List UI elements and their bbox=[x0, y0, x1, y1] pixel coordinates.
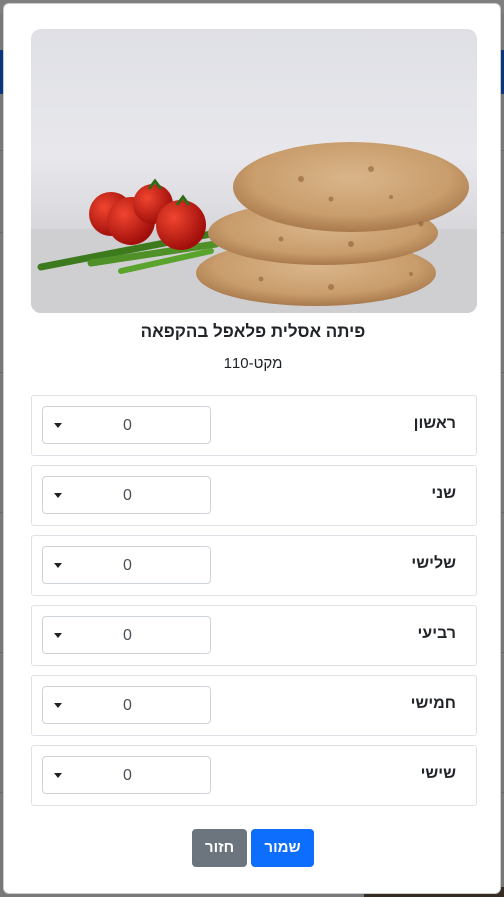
quantity-value: 0 bbox=[123, 627, 132, 644]
quantity-select[interactable]: 0 bbox=[42, 756, 211, 794]
day-label: ראשון bbox=[413, 415, 456, 432]
quantity-value: 0 bbox=[123, 417, 132, 434]
quantity-value: 0 bbox=[123, 557, 132, 574]
day-label: רביעי bbox=[417, 625, 456, 642]
day-row-wednesday: רביעי 0 bbox=[31, 605, 477, 666]
quantity-select[interactable]: 0 bbox=[42, 686, 211, 724]
day-label: שלישי bbox=[411, 555, 456, 572]
quantity-value: 0 bbox=[123, 697, 132, 714]
quantity-select[interactable]: 0 bbox=[42, 616, 211, 654]
save-button[interactable]: שמור bbox=[251, 829, 314, 867]
day-row-monday: שני 0 bbox=[31, 465, 477, 526]
product-sku: מקט-110 bbox=[223, 355, 283, 372]
day-row-tuesday: שלישי 0 bbox=[31, 535, 477, 596]
pita-bread-with-tomatoes-image bbox=[31, 142, 477, 313]
product-title: פיתה אסלית פלאפל בהקפאה bbox=[140, 322, 366, 341]
quantity-select[interactable]: 0 bbox=[42, 476, 211, 514]
day-label: חמישי bbox=[410, 695, 456, 712]
back-button[interactable]: חזור bbox=[192, 829, 247, 867]
product-image bbox=[31, 29, 477, 313]
quantity-value: 0 bbox=[123, 487, 132, 504]
quantity-select[interactable]: 0 bbox=[42, 406, 211, 444]
day-row-sunday: ראשון 0 bbox=[31, 395, 477, 456]
day-row-friday: שישי 0 bbox=[31, 745, 477, 806]
day-label: שישי bbox=[420, 765, 456, 782]
day-label: שני bbox=[431, 485, 456, 502]
day-row-thursday: חמישי 0 bbox=[31, 675, 477, 736]
quantity-select[interactable]: 0 bbox=[42, 546, 211, 584]
product-order-modal: פיתה אסלית פלאפל בהקפאה מקט-110 ראשון 0 … bbox=[3, 3, 501, 894]
quantity-value: 0 bbox=[123, 767, 132, 784]
